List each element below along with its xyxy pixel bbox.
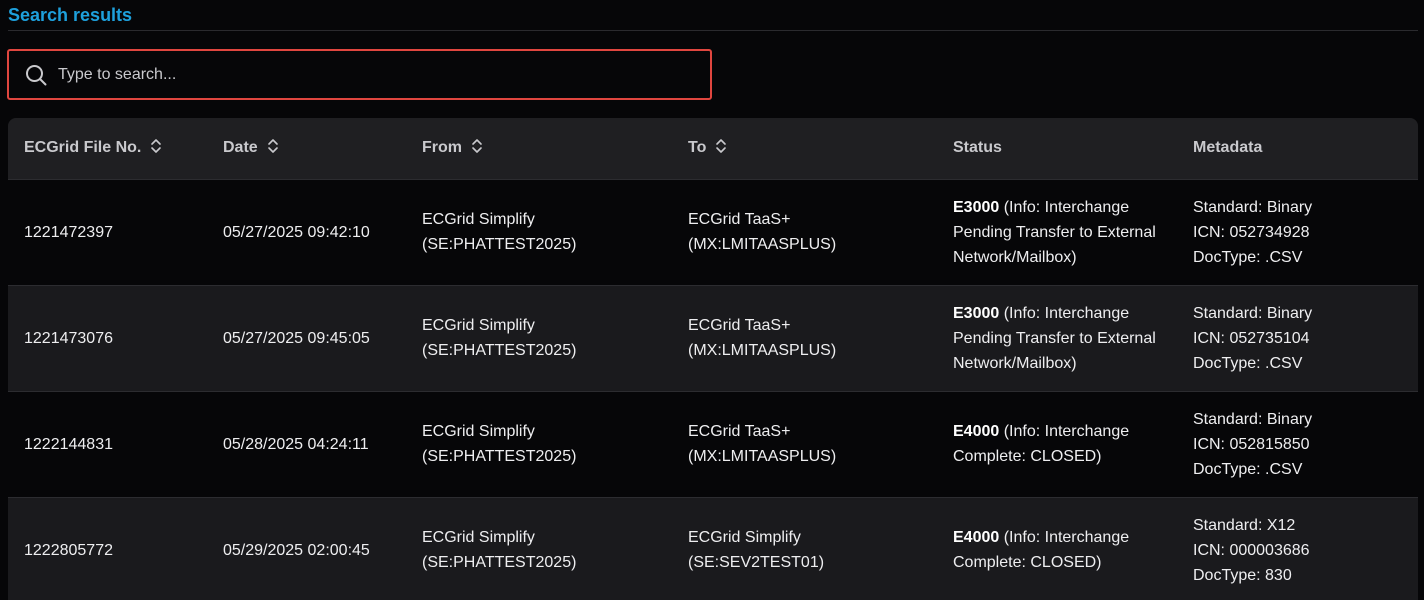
cell-line: Standard: X12 bbox=[1193, 516, 1296, 534]
cell-line: Standard: Binary bbox=[1193, 198, 1313, 216]
search-input[interactable] bbox=[58, 51, 702, 98]
table-row[interactable]: 1222805772 05/29/2025 02:00:45 ECGrid Simp… bbox=[8, 497, 1418, 600]
cell-metadata: Standard: Binary ICN: 052815850 DocType: .… bbox=[1177, 391, 1418, 497]
cell-metadata: Standard: X12 ICN: 000003686 DocType: 830 bbox=[1177, 497, 1418, 600]
table-row[interactable]: 1221472397 05/27/2025 09:42:10 ECGrid Simp… bbox=[8, 179, 1418, 285]
cell-line: (SE:SEV2TEST01) bbox=[688, 554, 825, 572]
cell-line: (MX:LMITAASPLUS) bbox=[688, 448, 837, 465]
sort-icon[interactable] bbox=[715, 138, 727, 154]
cell-date: 05/29/2025 02:00:45 bbox=[223, 541, 370, 559]
column-header-date[interactable]: Date bbox=[207, 118, 406, 179]
cell-status: E4000 (Info: Interchange Complete: CLOSE… bbox=[937, 391, 1177, 497]
cell-line: (SE:PHATTEST2025) bbox=[422, 236, 577, 253]
cell-to: ECGrid TaaS+ (MX:LMITAASPLUS) bbox=[672, 285, 937, 391]
cell-line: Standard: Binary bbox=[1193, 304, 1313, 322]
sort-icon[interactable] bbox=[267, 138, 279, 154]
cell-line: ICN: 000003686 bbox=[1193, 541, 1310, 559]
table-body: 1221472397 05/27/2025 09:42:10 ECGrid Simp… bbox=[8, 179, 1418, 600]
cell-file-no: 1221472397 bbox=[24, 223, 113, 241]
column-header-metadata: Metadata bbox=[1177, 118, 1418, 179]
cell-from: ECGrid Simplify (SE:PHATTEST2025) bbox=[406, 179, 672, 285]
cell-date: 05/27/2025 09:45:05 bbox=[223, 329, 370, 347]
cell-line: ECGrid Simplify bbox=[422, 211, 535, 228]
cell-from: ECGrid Simplify (SE:PHATTEST2025) bbox=[406, 497, 672, 600]
cell-metadata: Standard: Binary ICN: 052734928 DocType: .… bbox=[1177, 179, 1418, 285]
cell-line: (SE:PHATTEST2025) bbox=[422, 448, 577, 465]
column-header-file-no[interactable]: ECGrid File No. bbox=[8, 118, 207, 179]
cell-to: ECGrid TaaS+ (MX:LMITAASPLUS) bbox=[672, 391, 937, 497]
table-row[interactable]: 1221473076 05/27/2025 09:45:05 ECGrid Simp… bbox=[8, 285, 1418, 391]
cell-date: 05/27/2025 09:42:10 bbox=[223, 223, 370, 241]
cell-line: Standard: Binary bbox=[1193, 410, 1313, 428]
cell-line: (MX:LMITAASPLUS) bbox=[688, 236, 837, 253]
cell-line: ECGrid Simplify bbox=[422, 529, 535, 547]
search-icon bbox=[24, 63, 48, 87]
cell-status: E3000 (Info: Interchange Pending Transfe… bbox=[937, 285, 1177, 391]
section-title: Search results bbox=[8, 5, 133, 25]
cell-to: ECGrid Simplify (SE:SEV2TEST01) bbox=[672, 497, 937, 600]
status-code: E4000 bbox=[953, 529, 1000, 547]
results-table-container: ECGrid File No. Date From To Status Metadata … bbox=[8, 118, 1418, 600]
cell-metadata: Standard: Binary ICN: 052735104 DocType: .… bbox=[1177, 285, 1418, 391]
cell-date: 05/28/2025 04:24:11 bbox=[223, 435, 369, 453]
cell-line: DocType: .CSV bbox=[1193, 460, 1303, 478]
sort-icon[interactable] bbox=[150, 138, 162, 154]
title-divider bbox=[8, 30, 1418, 31]
cell-line: ECGrid TaaS+ bbox=[688, 317, 791, 334]
cell-line: ECGrid Simplify bbox=[688, 529, 801, 547]
table-row[interactable]: 1222144831 05/28/2025 04:24:11 ECGrid Simp… bbox=[8, 391, 1418, 497]
column-header-status: Status bbox=[937, 118, 1177, 179]
cell-file-no: 1222805772 bbox=[24, 541, 113, 559]
search-results-page: Search results ECGrid File No. Date From To… bbox=[0, 0, 1424, 600]
column-header-label: Status bbox=[953, 139, 1002, 157]
column-header-from[interactable]: From bbox=[406, 118, 672, 179]
cell-from: ECGrid Simplify (SE:PHATTEST2025) bbox=[406, 391, 672, 497]
column-header-label: ECGrid File No. bbox=[24, 139, 142, 157]
sort-icon[interactable] bbox=[471, 138, 483, 154]
cell-line: ECGrid TaaS+ bbox=[688, 423, 791, 440]
table-header-row: ECGrid File No. Date From To Status Metadata bbox=[8, 118, 1418, 179]
cell-line: ECGrid TaaS+ bbox=[688, 211, 791, 228]
cell-status: E4000 (Info: Interchange Complete: CLOSE… bbox=[937, 497, 1177, 600]
column-header-label: From bbox=[422, 139, 462, 157]
cell-line: ICN: 052734928 bbox=[1193, 223, 1310, 241]
column-header-label: Date bbox=[223, 139, 258, 157]
results-table: ECGrid File No. Date From To Status Metadata … bbox=[8, 118, 1418, 600]
column-header-to[interactable]: To bbox=[672, 118, 937, 179]
column-header-label: To bbox=[688, 139, 707, 157]
cell-line: DocType: .CSV bbox=[1193, 248, 1303, 266]
cell-from: ECGrid Simplify (SE:PHATTEST2025) bbox=[406, 285, 672, 391]
cell-line: (SE:PHATTEST2025) bbox=[422, 554, 577, 572]
cell-line: ECGrid Simplify bbox=[422, 317, 535, 334]
cell-line: DocType: .CSV bbox=[1193, 354, 1303, 372]
cell-status: E3000 (Info: Interchange Pending Transfe… bbox=[937, 179, 1177, 285]
status-code: E4000 bbox=[953, 423, 1000, 440]
status-code: E3000 bbox=[953, 198, 1000, 216]
cell-line: DocType: 830 bbox=[1193, 566, 1292, 584]
cell-line: ICN: 052815850 bbox=[1193, 435, 1310, 453]
cell-line: (SE:PHATTEST2025) bbox=[422, 342, 577, 359]
cell-line: (MX:LMITAASPLUS) bbox=[688, 342, 837, 359]
status-code: E3000 bbox=[953, 304, 1000, 322]
cell-to: ECGrid TaaS+ (MX:LMITAASPLUS) bbox=[672, 179, 937, 285]
cell-line: ECGrid Simplify bbox=[422, 423, 535, 440]
cell-file-no: 1221473076 bbox=[24, 329, 113, 347]
cell-file-no: 1222144831 bbox=[24, 435, 113, 453]
column-header-label: Metadata bbox=[1193, 139, 1263, 157]
cell-line: ICN: 052735104 bbox=[1193, 329, 1310, 347]
search-box[interactable] bbox=[7, 49, 712, 100]
